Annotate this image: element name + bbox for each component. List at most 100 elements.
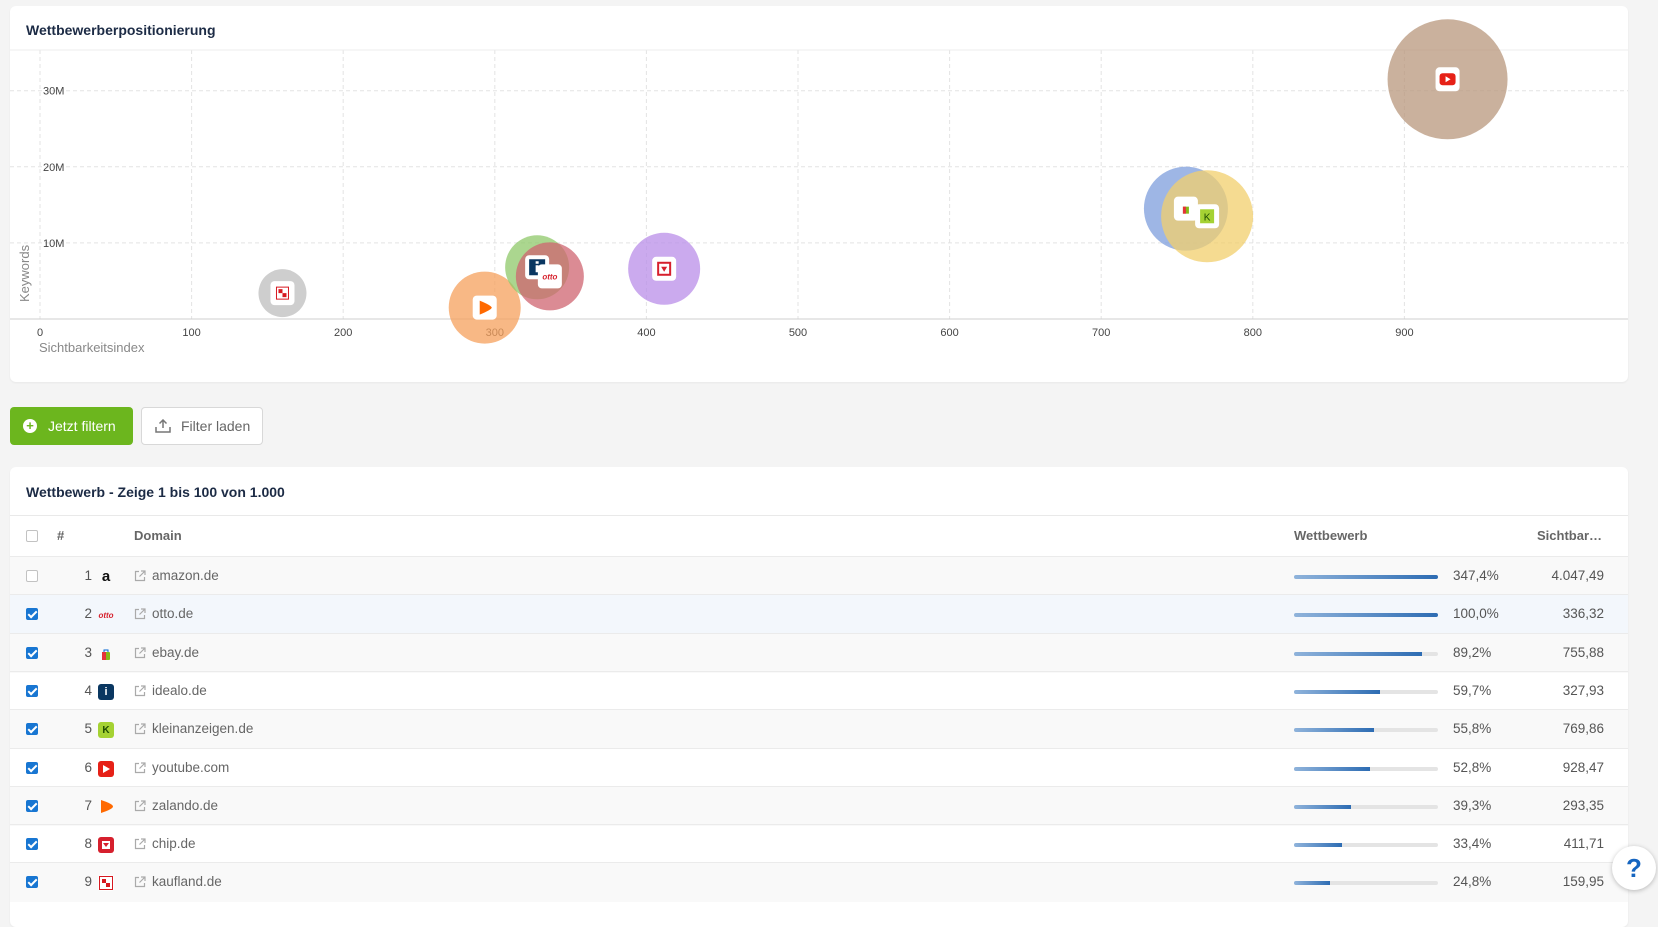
external-link-icon[interactable] (134, 685, 146, 697)
column-header-visibility[interactable]: Sichtbar… (1537, 516, 1602, 556)
ebay-logo-icon (98, 646, 114, 662)
competition-percent: 347,4% (1453, 568, 1499, 583)
idealo-logo-icon: i (98, 683, 114, 700)
row-checkbox[interactable] (26, 761, 38, 774)
competition-bar (1294, 728, 1438, 733)
row-number: 4 (84, 682, 92, 698)
competition-bar (1294, 881, 1438, 886)
visibility-value: 928,47 (1562, 759, 1604, 775)
table-row[interactable]: 1 a amazon.de 347,4% 4.047,49 (10, 556, 1628, 596)
y-axis-label: Keywords (17, 244, 32, 302)
competition-bar (1294, 613, 1438, 618)
apply-filter-label: Jetzt filtern (48, 418, 116, 434)
competition-table-card: Wettbewerb - Zeige 1 bis 100 von 1.000 #… (10, 467, 1628, 927)
row-domain-link[interactable]: kleinanzeigen.de (152, 721, 253, 736)
row-number: 9 (84, 874, 92, 890)
help-button[interactable]: ? (1612, 846, 1656, 890)
table-row[interactable]: 8 chip.de 33,4% 411,71 (10, 824, 1628, 864)
svg-text:K: K (1204, 212, 1211, 223)
table-row[interactable]: 5 Kkleinanzeigen.de 55,8% 769,86 (10, 709, 1628, 750)
external-link-icon[interactable] (134, 570, 146, 582)
row-domain-link[interactable]: kaufland.de (152, 874, 222, 889)
competition-bar (1294, 651, 1438, 656)
chip-icon (652, 256, 677, 281)
row-domain-link[interactable]: zalando.de (152, 798, 218, 813)
table-row[interactable]: 7 zalando.de 39,3% 293,35 (10, 785, 1628, 826)
youtube-icon (1435, 67, 1460, 92)
youtube-logo-icon (98, 760, 114, 777)
competitor-scatter-chart: 010020030040050060070080090010M20M30MSic… (10, 19, 1628, 355)
visibility-value: 769,86 (1562, 721, 1604, 737)
row-checkbox[interactable] (26, 838, 38, 851)
table-row[interactable]: 4 i idealo.de 59,7% 327,93 (10, 670, 1628, 711)
upload-tray-icon (155, 419, 171, 433)
chip-logo-icon (98, 837, 114, 854)
row-domain-link[interactable]: amazon.de (152, 568, 219, 583)
competition-bar (1294, 843, 1438, 848)
table-title: Wettbewerb - Zeige 1 bis 100 von 1.000 (26, 484, 285, 500)
row-number: 2 (84, 606, 92, 622)
row-number: 7 (84, 797, 92, 813)
row-checkbox[interactable] (26, 646, 38, 659)
amazon-logo-icon: a (101, 568, 111, 585)
row-checkbox[interactable] (26, 799, 38, 812)
external-link-icon[interactable] (134, 723, 146, 735)
row-number: 3 (84, 644, 92, 660)
competition-bar (1294, 804, 1438, 809)
external-link-icon[interactable] (134, 646, 146, 659)
external-link-icon[interactable] (134, 608, 146, 620)
competition-percent: 24,8% (1453, 874, 1492, 890)
otto-logo-icon: otto (98, 610, 114, 620)
zalando-logo-icon (98, 799, 114, 815)
external-link-icon[interactable] (134, 876, 146, 888)
kleinanzeigen-icon: K (1195, 204, 1220, 229)
table-row[interactable]: 9 kaufland.de 24,8% 159,95 (10, 862, 1628, 903)
x-tick-label: 900 (1395, 327, 1413, 339)
competitor-positioning-card: Wettbewerberpositionierung 0100200300400… (10, 6, 1628, 382)
visibility-value: 411,71 (1563, 836, 1604, 852)
competition-bar (1294, 689, 1438, 694)
row-checkbox[interactable] (26, 684, 38, 697)
y-tick-label: 30M (43, 86, 64, 98)
external-link-icon[interactable] (134, 800, 146, 812)
ebay-icon (1173, 196, 1198, 221)
select-all-checkbox[interactable] (26, 530, 38, 542)
x-tick-label: 700 (1092, 327, 1110, 339)
row-domain-link[interactable]: chip.de (152, 836, 196, 851)
row-checkbox[interactable] (26, 723, 38, 736)
competition-percent: 39,3% (1453, 797, 1492, 813)
competition-bar (1294, 766, 1438, 771)
table-row[interactable]: 2 otto otto.de 100,0% 336,32 (10, 594, 1628, 635)
svg-text:otto: otto (542, 272, 557, 281)
row-checkbox[interactable] (26, 608, 38, 621)
row-domain-link[interactable]: idealo.de (152, 683, 207, 698)
y-tick-label: 10M (43, 238, 64, 250)
apply-filter-button[interactable]: + Jetzt filtern (10, 407, 133, 445)
competition-percent: 100,0% (1453, 606, 1499, 622)
column-header-domain[interactable]: Domain (134, 516, 182, 556)
x-tick-label: 100 (182, 327, 200, 339)
row-domain-link[interactable]: youtube.com (152, 760, 229, 775)
load-filter-button[interactable]: Filter laden (141, 407, 263, 445)
row-domain-link[interactable]: ebay.de (152, 645, 199, 660)
external-link-icon[interactable] (134, 761, 146, 774)
row-number: 6 (84, 759, 92, 775)
x-tick-label: 500 (789, 327, 807, 339)
table-header: # Domain Wettbewerb Sichtbar… (10, 516, 1628, 556)
otto-icon: otto (537, 264, 562, 289)
competition-percent: 52,8% (1453, 759, 1492, 775)
plus-circle-icon: + (23, 419, 37, 433)
column-header-competition[interactable]: Wettbewerb (1294, 516, 1367, 556)
row-number: 5 (84, 721, 92, 737)
row-checkbox[interactable] (26, 876, 38, 889)
table-row[interactable]: 3 ebay.de 89,2% 755,88 (10, 632, 1628, 673)
external-link-icon[interactable] (134, 838, 146, 850)
table-row[interactable]: 6 youtube.com 52,8% 928,47 (10, 747, 1628, 788)
competition-percent: 89,2% (1453, 644, 1492, 660)
row-domain-link[interactable]: otto.de (152, 606, 193, 621)
visibility-value: 293,35 (1562, 797, 1604, 813)
zalando-icon (472, 295, 497, 320)
row-checkbox[interactable] (26, 570, 38, 582)
competition-percent: 33,4% (1453, 836, 1492, 852)
visibility-value: 4.047,49 (1551, 568, 1604, 583)
